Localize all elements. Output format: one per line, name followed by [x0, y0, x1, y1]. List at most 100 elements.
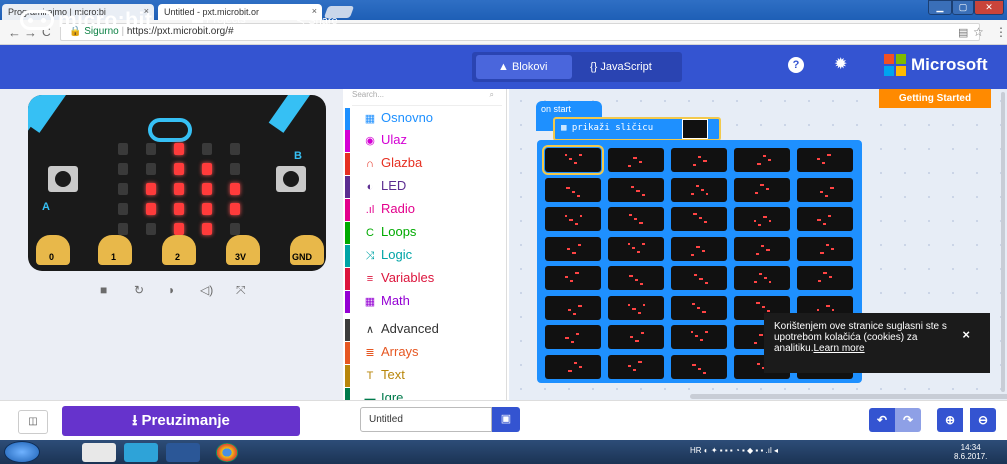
learn-more-link[interactable]: Learn more	[813, 343, 864, 354]
icon-option[interactable]	[545, 177, 601, 202]
toolbox-category-math[interactable]: ▦ Math	[345, 291, 507, 313]
toolbox-category-radio[interactable]: .ıl Radio	[345, 199, 507, 221]
icon-option[interactable]	[671, 148, 727, 172]
icon-option[interactable]	[608, 354, 664, 379]
icon-option[interactable]	[797, 266, 853, 290]
menu-icon[interactable]: ⋮	[995, 25, 1007, 39]
collapse-simulator-button[interactable]: ◫	[18, 410, 48, 434]
toolbox-category-led[interactable]: ◐ LED	[345, 176, 507, 198]
window-close-button[interactable]: ✕	[974, 0, 1004, 15]
category-label: Radio	[381, 201, 415, 216]
icon-option[interactable]	[671, 325, 727, 349]
icon-pixel	[761, 244, 763, 247]
icon-pixel	[767, 309, 769, 312]
icon-option[interactable]	[608, 266, 664, 290]
folder-icon: ▬	[192, 14, 207, 26]
toolbox-category-logic[interactable]: ⤨ Logic	[345, 245, 507, 267]
icon-pixel	[757, 362, 759, 365]
chrome-icon[interactable]	[216, 443, 238, 462]
workspace-scrollbar[interactable]	[1001, 92, 1005, 392]
icon-option[interactable]	[608, 236, 664, 261]
project-name-input[interactable]: Untitled	[360, 407, 492, 432]
icon-option[interactable]	[545, 266, 601, 290]
clock[interactable]: 14:34 8.6.2017.	[954, 443, 987, 461]
minimize-button[interactable]: ▁	[928, 0, 952, 15]
icon-option[interactable]	[734, 266, 790, 290]
language-indicator[interactable]: HR	[690, 446, 702, 455]
download-button[interactable]: ⭳ Preuzimanje	[62, 406, 300, 436]
icon-option[interactable]	[671, 266, 727, 290]
close-icon[interactable]: ×	[962, 328, 970, 341]
icon-option[interactable]	[734, 236, 790, 261]
undo-button[interactable]: ↶	[869, 408, 895, 432]
toolbox-category-variables[interactable]: ≡ Variables	[345, 268, 507, 290]
button-a[interactable]	[48, 166, 78, 192]
help-icon[interactable]: ?	[788, 57, 804, 73]
icon-option[interactable]	[797, 177, 853, 202]
icon-option[interactable]	[671, 177, 727, 202]
word-icon[interactable]	[166, 443, 200, 462]
start-button[interactable]	[4, 441, 40, 463]
icon-option[interactable]	[734, 177, 790, 202]
save-button[interactable]: ▣	[492, 407, 520, 432]
toolbox-category-text[interactable]: T Text	[345, 365, 507, 387]
workspace-hscrollbar[interactable]	[690, 394, 1007, 399]
star-icon[interactable]: ☆	[973, 25, 984, 39]
icon-option[interactable]	[797, 236, 853, 261]
tab-javascript[interactable]: {} JavaScript	[580, 55, 676, 79]
icon-option[interactable]	[797, 148, 853, 172]
category-color-bar	[345, 365, 350, 387]
zoom-out-button[interactable]: ⊖	[970, 408, 996, 432]
icon-option[interactable]	[545, 295, 601, 320]
icon-option[interactable]	[608, 295, 664, 320]
icon-pixel	[701, 188, 703, 191]
maximize-button[interactable]: ▢	[952, 0, 974, 15]
toolbox-search-input[interactable]: Search... ⌕	[352, 90, 502, 106]
icon-dropdown[interactable]	[682, 119, 708, 139]
microsoft-label[interactable]: Microsoft	[911, 55, 988, 75]
icon-option[interactable]	[671, 207, 727, 231]
translate-icon[interactable]: ▤	[958, 26, 968, 39]
category-label: Logic	[381, 247, 413, 262]
microbit-logo[interactable]: micro:bit	[20, 9, 152, 33]
icon-option[interactable]	[542, 145, 604, 175]
gear-icon[interactable]: ✹	[834, 54, 847, 74]
getting-started-button[interactable]: Getting Started	[879, 89, 991, 108]
redo-button[interactable]: ↷	[895, 408, 921, 432]
icon-pixel	[817, 308, 819, 311]
share-button[interactable]: ≺ Share	[296, 14, 338, 27]
fullscreen-icon[interactable]: ⤧	[236, 283, 246, 298]
toolbox-category-advanced[interactable]: ∧ Advanced	[345, 319, 507, 341]
icon-option[interactable]	[545, 354, 601, 379]
stop-icon[interactable]: ■	[100, 283, 107, 297]
toolbox-category-loops[interactable]: C Loops	[345, 222, 507, 244]
toolbox-category-osnovno[interactable]: ▦ Osnovno	[345, 108, 507, 130]
icon-option[interactable]	[671, 295, 727, 320]
category-label: Osnovno	[381, 110, 434, 125]
projects-button[interactable]: ▬ Projects	[192, 14, 246, 26]
icon-option[interactable]	[608, 325, 664, 349]
toolbox-category-arrays[interactable]: ≣ Arrays	[345, 342, 507, 364]
icon-option[interactable]	[797, 207, 853, 231]
icon-option[interactable]	[545, 207, 601, 231]
restart-icon[interactable]: ↻	[134, 283, 144, 297]
toolbox-category-ulaz[interactable]: ◉ Ulaz	[345, 130, 507, 152]
icon-option[interactable]	[545, 325, 601, 349]
mute-icon[interactable]: ◁)	[200, 283, 213, 297]
icon-option[interactable]	[671, 354, 727, 379]
toolbox-category-glazba[interactable]: ∩ Glazba	[345, 153, 507, 175]
icon-option[interactable]	[608, 207, 664, 231]
media-icon[interactable]	[124, 443, 158, 462]
icon-option[interactable]	[608, 148, 664, 172]
icon-option[interactable]	[608, 177, 664, 202]
icon-option[interactable]	[734, 148, 790, 172]
icon-option[interactable]	[545, 236, 601, 261]
button-b[interactable]	[276, 166, 306, 192]
tab-blocks[interactable]: ▲ Blokovi	[476, 55, 572, 79]
zoom-in-button[interactable]: ⊕	[937, 408, 963, 432]
icon-option[interactable]	[671, 236, 727, 261]
slowmo-icon[interactable]: ◗	[168, 283, 175, 297]
icon-option[interactable]	[734, 207, 790, 231]
icon-pixel	[691, 331, 693, 333]
explorer-icon[interactable]	[82, 443, 116, 462]
